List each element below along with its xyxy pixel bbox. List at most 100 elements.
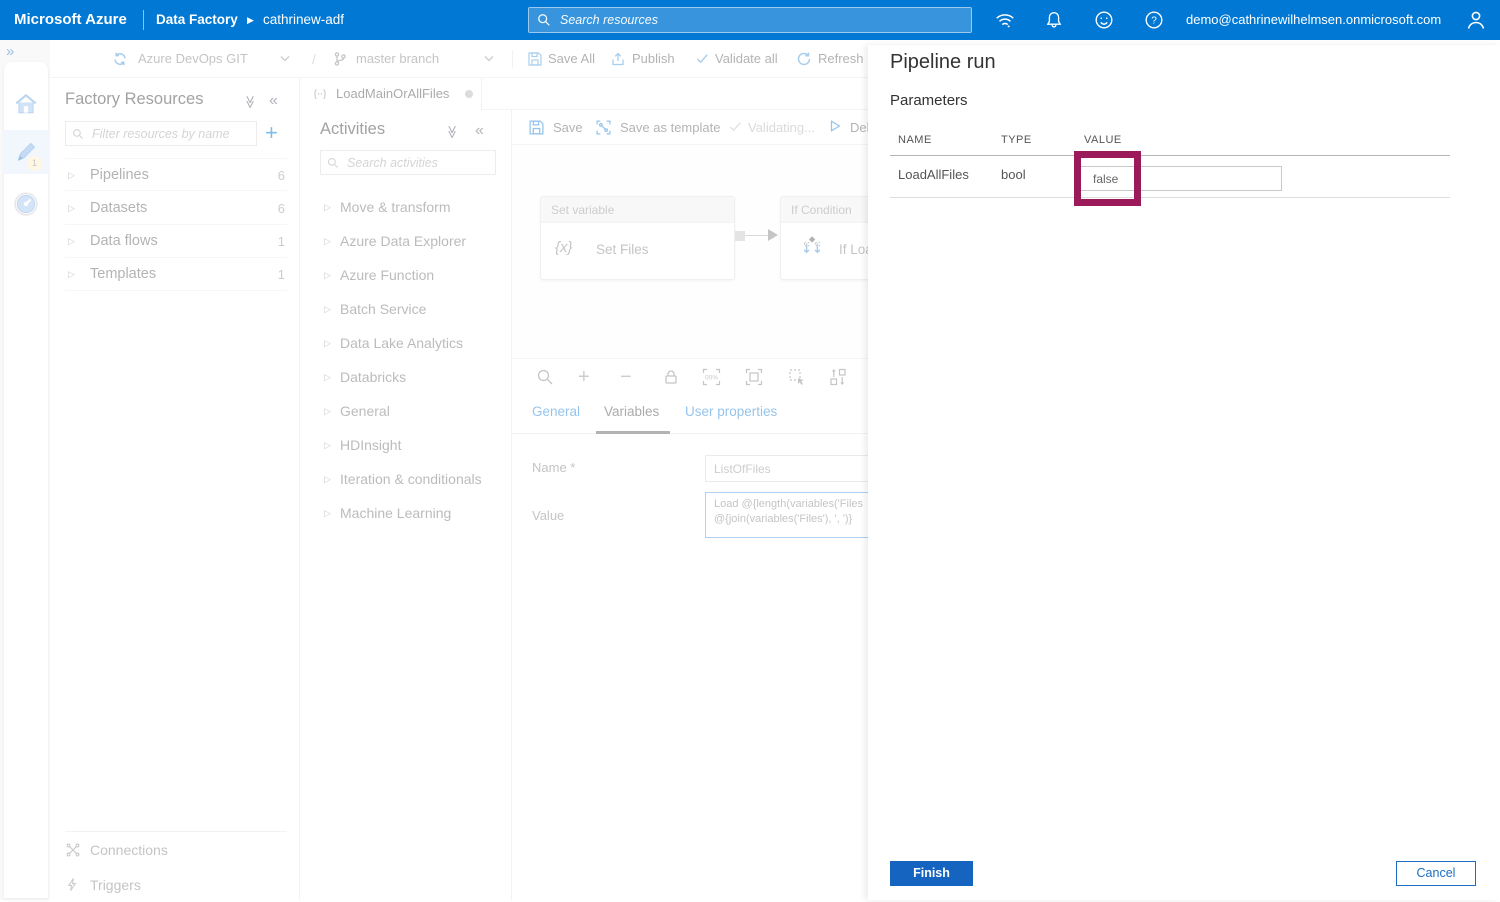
- resource-filter[interactable]: [65, 121, 257, 146]
- expander-caret-icon[interactable]: ▷: [324, 440, 331, 451]
- divider: [890, 197, 1450, 198]
- feedback-smiley-icon[interactable]: [1093, 9, 1115, 31]
- search-input[interactable]: [558, 12, 938, 28]
- expander-caret-icon[interactable]: ▷: [68, 269, 75, 280]
- canvas-search-icon[interactable]: [536, 368, 554, 386]
- activity-category[interactable]: ▷ Batch Service: [320, 292, 500, 326]
- set-variable-activity-node[interactable]: Set variable {x} Set Files: [540, 196, 735, 280]
- nav-author-button[interactable]: 1: [3, 130, 49, 174]
- breadcrumb-app[interactable]: Data Factory: [156, 0, 238, 40]
- tab-general[interactable]: General: [532, 404, 580, 419]
- pipeline-canvas[interactable]: Set variable {x} Set Files If Condition …: [512, 145, 940, 358]
- collapse-panel-icon[interactable]: «: [475, 122, 484, 140]
- activity-category[interactable]: ▷ Databricks: [320, 360, 500, 394]
- fit-to-screen-icon[interactable]: [745, 368, 763, 386]
- validating-status: Validating...: [748, 120, 815, 135]
- zoom-out-icon[interactable]: −: [620, 359, 632, 395]
- pipeline-canvas-toolbar: Save Save as template Validating... Deb: [512, 110, 874, 145]
- user-email[interactable]: demo@cathrinewilhelmsen.onmicrosoft.com: [1186, 0, 1441, 40]
- finish-button[interactable]: Finish: [890, 861, 973, 886]
- collapse-panel-icon[interactable]: «: [269, 92, 278, 110]
- svg-text:00%: 00%: [705, 375, 718, 382]
- global-search[interactable]: [528, 7, 972, 33]
- resource-group-pipelines[interactable]: ▷ Pipelines 6: [65, 158, 287, 191]
- activities-search-input[interactable]: [345, 154, 489, 171]
- resource-count: 1: [277, 267, 285, 282]
- activity-category[interactable]: ▷ Move & transform: [320, 190, 500, 224]
- expander-caret-icon[interactable]: ▷: [68, 203, 75, 214]
- repo-selector[interactable]: Azure DevOps GIT: [138, 40, 248, 78]
- notifications-bell-icon[interactable]: [1043, 9, 1065, 31]
- activity-category[interactable]: ▷ General: [320, 394, 500, 428]
- parameter-value-input[interactable]: [1080, 166, 1282, 191]
- expander-caret-icon[interactable]: ▷: [324, 372, 331, 383]
- collapse-all-icon[interactable]: ≫: [444, 125, 460, 139]
- cancel-button[interactable]: Cancel: [1396, 861, 1476, 886]
- resource-group-label: Datasets: [90, 200, 148, 216]
- branch-selector[interactable]: master branch: [356, 40, 439, 78]
- connector-output-port[interactable]: [735, 231, 745, 241]
- brand-logo[interactable]: Microsoft Azure: [14, 0, 127, 40]
- save-all-button[interactable]: Save All: [548, 40, 595, 78]
- validate-check-icon: [695, 51, 711, 67]
- resource-filter-input[interactable]: [90, 125, 250, 142]
- breadcrumb-resource[interactable]: cathrinew-adf: [263, 0, 344, 40]
- search-icon: [72, 128, 84, 140]
- activity-category[interactable]: ▷ Azure Function: [320, 258, 500, 292]
- zoom-100-icon[interactable]: 00%: [702, 368, 721, 386]
- activity-category[interactable]: ▷ Iteration & conditionals: [320, 462, 500, 496]
- tab-variables[interactable]: Variables: [604, 404, 659, 419]
- activities-search[interactable]: [320, 150, 496, 175]
- expander-caret-icon[interactable]: ▷: [68, 170, 75, 181]
- auto-align-icon[interactable]: [829, 368, 847, 386]
- validate-all-button[interactable]: Validate all: [715, 40, 778, 78]
- resource-group-templates[interactable]: ▷ Templates 1: [65, 258, 287, 291]
- expander-caret-icon[interactable]: ▷: [324, 338, 331, 349]
- refresh-button[interactable]: Refresh: [818, 40, 864, 78]
- save-as-template-button[interactable]: Save as template: [620, 110, 720, 145]
- collapse-all-icon[interactable]: ≫: [242, 95, 258, 109]
- tab-loadmainorallfiles[interactable]: LoadMainOrAllFiles: [300, 78, 482, 110]
- if-condition-icon: [799, 235, 825, 261]
- parameter-name: LoadAllFiles: [898, 167, 969, 182]
- nav-monitor-button[interactable]: [4, 182, 48, 226]
- expander-caret-icon[interactable]: ▷: [324, 406, 331, 417]
- nav-home-button[interactable]: [4, 82, 48, 126]
- expander-caret-icon[interactable]: ▷: [324, 508, 331, 519]
- expander-caret-icon[interactable]: ▷: [324, 474, 331, 485]
- help-icon[interactable]: ?: [1143, 9, 1165, 31]
- resource-group-datasets[interactable]: ▷ Datasets 6: [65, 192, 287, 225]
- zoom-in-icon[interactable]: +: [578, 359, 590, 395]
- activity-category[interactable]: ▷ Data Lake Analytics: [320, 326, 500, 360]
- expander-caret-icon[interactable]: ▷: [68, 236, 75, 247]
- panel-title: Pipeline run: [890, 51, 996, 73]
- activity-category[interactable]: ▷ Azure Data Explorer: [320, 224, 500, 258]
- parameter-type: bool: [1001, 167, 1026, 182]
- activity-category[interactable]: ▷ Machine Learning: [320, 496, 500, 530]
- activity-config-panel: General Variables User properties Name *…: [512, 394, 915, 900]
- expander-caret-icon[interactable]: ▷: [324, 270, 331, 281]
- lock-icon[interactable]: [662, 368, 680, 386]
- tab-user-properties[interactable]: User properties: [685, 404, 777, 419]
- expander-caret-icon[interactable]: ▷: [324, 304, 331, 315]
- svg-text:?: ?: [1151, 16, 1157, 27]
- expand-rail-icon[interactable]: »: [6, 43, 14, 60]
- network-status-icon[interactable]: [994, 9, 1016, 31]
- publish-button[interactable]: Publish: [632, 40, 675, 78]
- tab-strip-filler: [482, 78, 868, 110]
- account-avatar-icon[interactable]: [1464, 8, 1486, 30]
- resource-group-dataflows[interactable]: ▷ Data flows 1: [65, 225, 287, 258]
- multi-select-icon[interactable]: [788, 368, 806, 386]
- activity-category[interactable]: ▷ HDInsight: [320, 428, 500, 462]
- connections-item[interactable]: Connections: [65, 834, 287, 867]
- add-resource-button[interactable]: +: [265, 122, 278, 144]
- triggers-item[interactable]: Triggers: [65, 869, 287, 902]
- unsaved-count-badge: 1: [27, 156, 42, 171]
- expander-caret-icon[interactable]: ▷: [324, 202, 331, 213]
- save-icon: [528, 119, 545, 136]
- save-button[interactable]: Save: [553, 110, 583, 145]
- chevron-down-icon[interactable]: [484, 55, 494, 63]
- chevron-down-icon[interactable]: [280, 55, 290, 63]
- expander-caret-icon[interactable]: ▷: [324, 236, 331, 247]
- variable-value-label: Value: [532, 508, 565, 523]
